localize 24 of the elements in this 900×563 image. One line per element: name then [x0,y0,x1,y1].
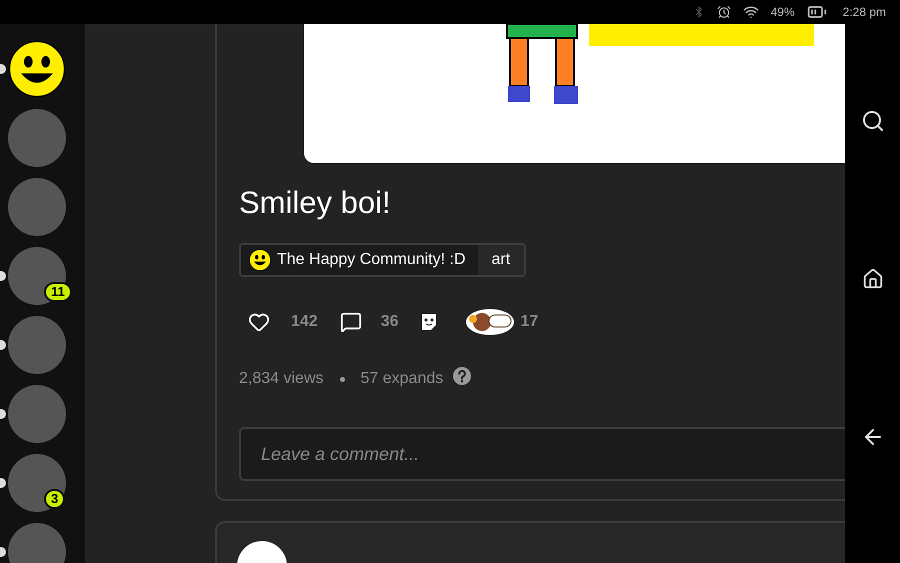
search-icon[interactable] [860,109,884,133]
community-item[interactable]: 3 [0,448,73,517]
community-item[interactable]: 11 [0,241,73,310]
community-tag[interactable]: The Happy Community! :D art [239,243,526,277]
props-count: 17 [520,312,538,332]
battery-percent: 49% [770,4,795,21]
unread-count-badge: 11 [44,282,72,302]
comment-field[interactable]: Leave a comment... [239,427,845,481]
like-count: 142 [291,312,318,332]
home-icon[interactable] [862,268,884,290]
view-count: 2,834 views [239,369,324,389]
help-icon[interactable] [453,367,472,385]
alarm-icon [716,5,731,19]
comment-icon[interactable] [340,311,362,333]
smiley-avatar [8,40,66,98]
props-sticker-icon[interactable] [464,307,514,337]
comment-count: 36 [380,312,398,332]
heart-icon[interactable] [248,311,270,333]
clock-time: 2:28 pm [842,4,886,21]
category-tag[interactable]: art [478,245,524,275]
post-title: Smiley boi! [239,184,392,222]
expand-count: 57 expands [360,369,444,389]
wifi-icon [742,4,759,20]
smiley-icon [249,249,271,271]
